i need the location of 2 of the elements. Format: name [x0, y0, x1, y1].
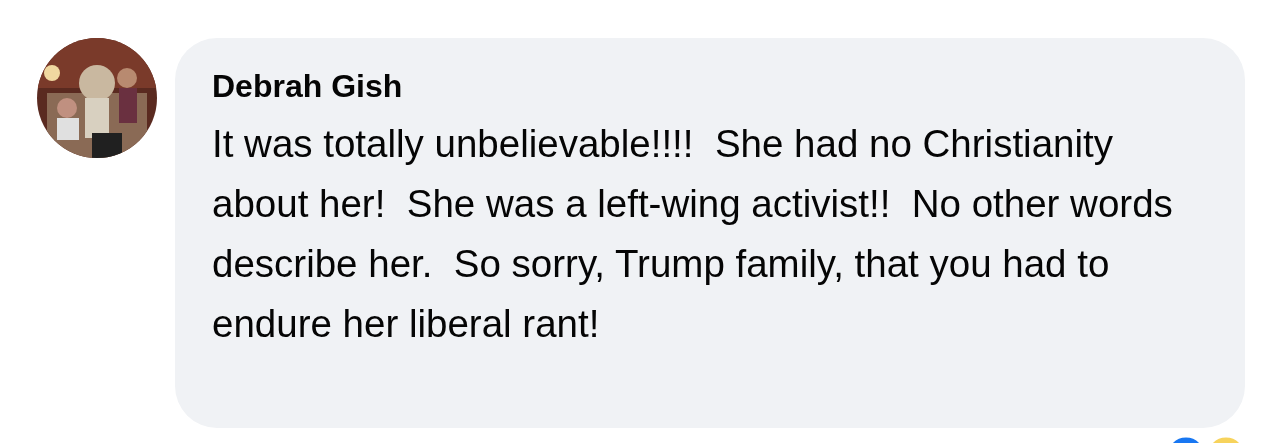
- author-name[interactable]: Debrah Gish: [212, 64, 1205, 108]
- comment-text: It was totally unbelievable!!!! She had no Christianity about her! She was a left-wing activist!! No other words describe her. So sorry, Trump family, that you had to endure her liberal rant!: [212, 121, 1174, 347]
